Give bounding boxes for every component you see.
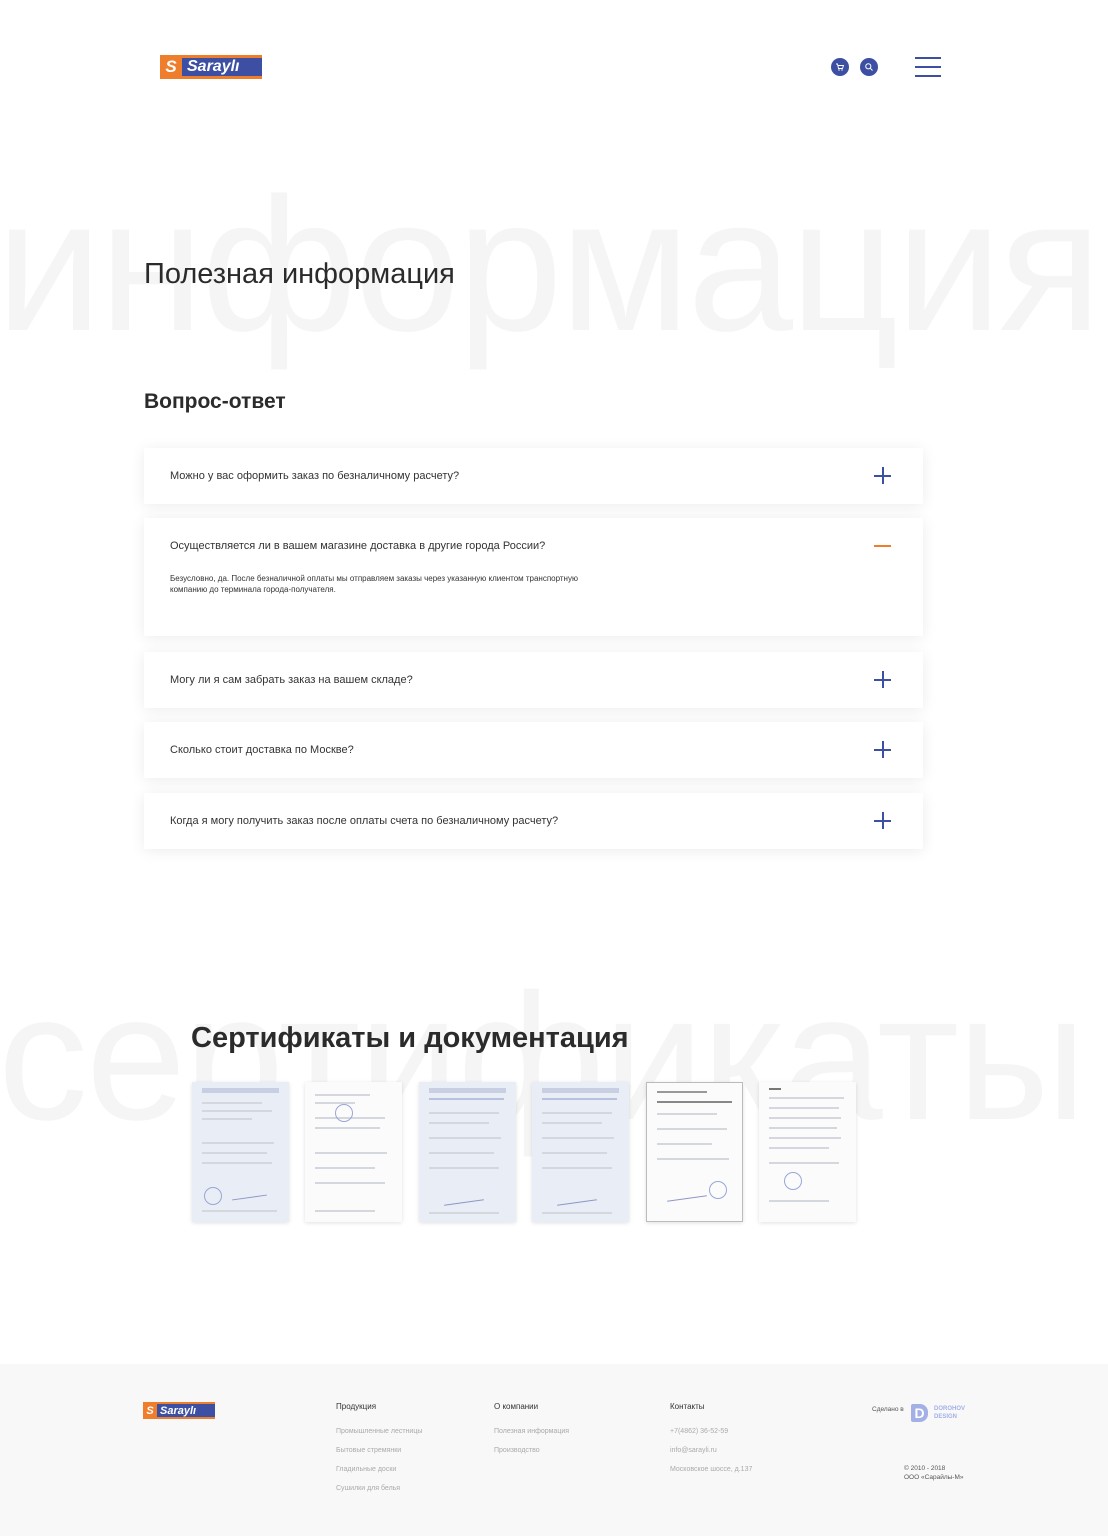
plus-icon[interactable] <box>874 467 891 484</box>
studio-name-line2: DESIGN <box>934 1414 958 1420</box>
studio-name[interactable]: DOROHOV DESIGN <box>934 1405 965 1421</box>
footer-column-heading: Контакты <box>670 1402 705 1411</box>
logo-mark: S <box>160 55 182 79</box>
logo-wordmark: Saraylı <box>182 55 262 79</box>
menu-line <box>915 57 941 59</box>
footer-column-contacts: Контакты +7(4862) 36-52-59 info@sarayli.… <box>670 1402 752 1485</box>
faq-item[interactable]: Могу ли я сам забрать заказ на вашем скл… <box>144 652 923 708</box>
faq-question: Осуществляется ли в вашем магазине доста… <box>170 540 546 552</box>
logo-wordmark: Saraylı <box>157 1402 215 1419</box>
plus-icon[interactable] <box>874 741 891 758</box>
logo-mark: S <box>143 1402 157 1419</box>
footer-column-company: О компании Полезная информация Производс… <box>494 1402 569 1466</box>
studio-name-line1: DOROHOV <box>934 1406 966 1412</box>
footer-column-heading: Продукция <box>336 1402 377 1411</box>
made-by-label: Сделано в <box>872 1406 904 1413</box>
footer-address: Московское шоссе, д.137 <box>670 1466 753 1473</box>
certificate-thumbnail[interactable] <box>305 1082 402 1222</box>
faq-question: Когда я могу получить заказ после оплаты… <box>170 815 559 827</box>
footer-phone[interactable]: +7(4862) 36-52-59 <box>670 1428 752 1435</box>
copyright: © 2010 - 2018 ООО «Сарайлы-М» <box>904 1464 964 1482</box>
certificate-thumbnail[interactable] <box>759 1082 856 1222</box>
studio-logo-icon[interactable]: D <box>911 1404 928 1422</box>
footer-logo[interactable]: S Saraylı <box>143 1402 215 1419</box>
certificate-thumbnail[interactable] <box>192 1082 289 1222</box>
search-button[interactable] <box>860 58 878 76</box>
certificate-thumbnail[interactable] <box>532 1082 629 1222</box>
plus-icon[interactable] <box>874 812 891 829</box>
cart-button[interactable] <box>831 58 849 76</box>
footer-link[interactable]: Сушилки для белья <box>336 1485 422 1492</box>
faq-answer: Безусловно, да. После безналичной оплаты… <box>170 574 578 594</box>
faq-question: Сколько стоит доставка по Москве? <box>170 744 354 756</box>
plus-icon[interactable] <box>874 671 891 688</box>
certificate-thumbnail[interactable] <box>419 1082 516 1222</box>
menu-line <box>915 75 941 77</box>
search-icon <box>865 63 873 71</box>
faq-section-title: Вопрос-ответ <box>144 390 286 413</box>
footer-column-heading: О компании <box>494 1402 539 1411</box>
certificates-title: Сертификаты и документация <box>191 1022 629 1054</box>
faq-item-open[interactable]: Осуществляется ли в вашем магазине доста… <box>144 518 923 636</box>
page-title: Полезная информация <box>144 258 455 290</box>
faq-item[interactable]: Можно у вас оформить заказ по безналично… <box>144 448 923 504</box>
certificate-thumbnail[interactable] <box>646 1082 743 1222</box>
hamburger-menu-icon[interactable] <box>915 57 941 77</box>
footer-link[interactable]: Производство <box>494 1447 569 1454</box>
footer-link[interactable]: Полезная информация <box>494 1428 569 1435</box>
faq-item[interactable]: Сколько стоит доставка по Москве? <box>144 722 923 778</box>
minus-icon[interactable] <box>874 537 891 554</box>
faq-item[interactable]: Когда я могу получить заказ после оплаты… <box>144 793 923 849</box>
footer-link[interactable]: Промышленные лестницы <box>336 1428 422 1435</box>
faq-question: Можно у вас оформить заказ по безналично… <box>170 470 460 482</box>
copyright-years: © 2010 - 2018 <box>904 1465 946 1472</box>
menu-line <box>915 66 941 68</box>
faq-question: Могу ли я сам забрать заказ на вашем скл… <box>170 674 413 686</box>
site-footer: S Saraylı Продукция Промышленные лестниц… <box>0 1364 1108 1536</box>
cart-icon <box>836 63 845 71</box>
footer-email[interactable]: info@sarayli.ru <box>670 1447 752 1454</box>
footer-column-products: Продукция Промышленные лестницы Бытовые … <box>336 1402 422 1504</box>
copyright-company: ООО «Сарайлы-М» <box>904 1474 964 1481</box>
footer-link[interactable]: Гладильные доски <box>336 1466 422 1473</box>
footer-link[interactable]: Бытовые стремянки <box>336 1447 422 1454</box>
site-logo[interactable]: S Saraylı <box>160 55 262 79</box>
